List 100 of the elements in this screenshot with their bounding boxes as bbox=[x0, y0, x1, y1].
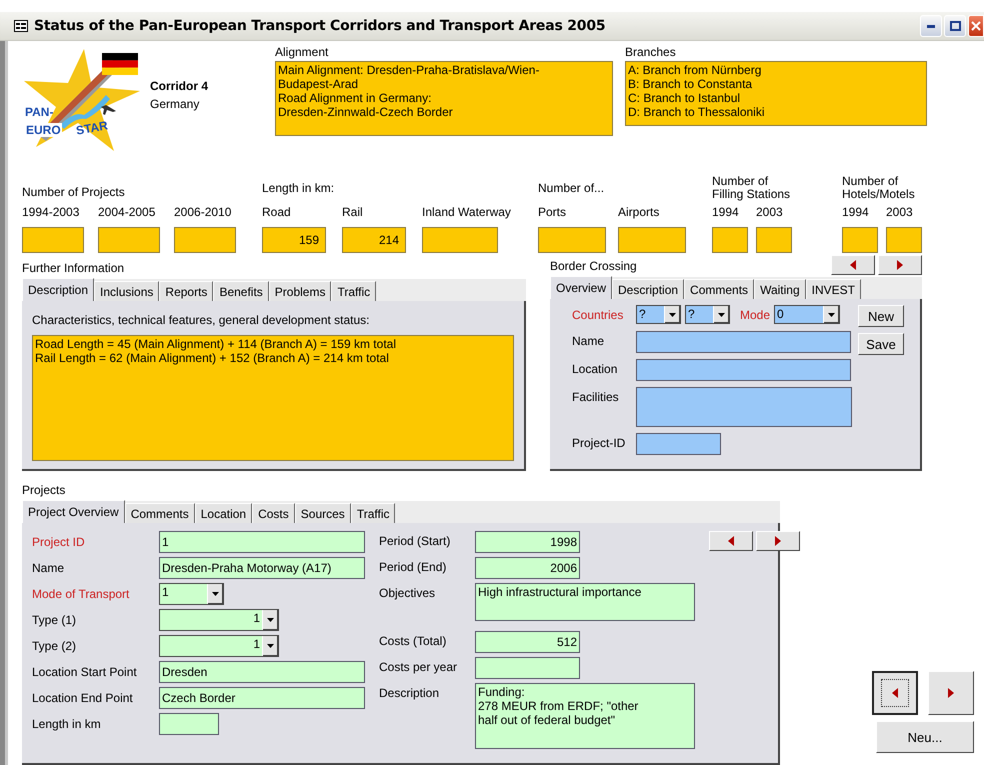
field-label: Ports bbox=[538, 205, 568, 219]
group-label: Length in km: bbox=[262, 182, 336, 195]
next-button[interactable] bbox=[756, 531, 800, 551]
field-label: Project-ID bbox=[572, 435, 626, 452]
maximize-button[interactable] bbox=[944, 15, 966, 37]
number-field[interactable] bbox=[886, 227, 922, 253]
caption-text: Characteristics, technical features, general development status: bbox=[32, 313, 371, 327]
field-label: Project ID bbox=[32, 534, 86, 551]
field-label: Description bbox=[379, 685, 440, 702]
field-label: 1994 bbox=[842, 205, 870, 219]
alignment-label: Alignment bbox=[275, 45, 330, 59]
input-field[interactable]: Czech Border bbox=[159, 687, 365, 709]
tab[interactable]: Benefits bbox=[213, 281, 269, 301]
next-record-button[interactable] bbox=[928, 671, 974, 715]
minimize-button[interactable] bbox=[920, 15, 942, 37]
field-label: 1994 bbox=[712, 205, 740, 219]
tab[interactable]: Traffic bbox=[350, 503, 396, 523]
number-field[interactable] bbox=[712, 227, 748, 253]
field-label: Objectives bbox=[379, 585, 436, 602]
input-field[interactable]: 1 bbox=[159, 531, 365, 553]
action-button[interactable]: Save bbox=[858, 333, 904, 355]
country-dropdown[interactable]: ? bbox=[636, 305, 681, 324]
field-label: Period (Start) bbox=[379, 533, 452, 550]
field-label: 2003 bbox=[756, 205, 784, 219]
tab[interactable]: Overview bbox=[550, 276, 612, 299]
next-button[interactable] bbox=[878, 255, 922, 275]
input-field[interactable] bbox=[636, 387, 852, 427]
tab[interactable]: Comments bbox=[124, 503, 195, 523]
tab[interactable]: Waiting bbox=[754, 279, 806, 299]
input-field[interactable]: Funding: 278 MEUR from ERDF; "other half out of federal budget" bbox=[475, 683, 695, 749]
dropdown-field[interactable]: 1 bbox=[159, 635, 279, 657]
country-dropdown[interactable]: ? bbox=[685, 305, 730, 324]
logo-text: STAR bbox=[75, 118, 109, 138]
tab[interactable]: Costs bbox=[252, 503, 295, 523]
tab[interactable]: Project Overview bbox=[22, 500, 125, 523]
close-button[interactable] bbox=[968, 15, 984, 37]
alignment-field[interactable]: Main Alignment: Dresden-Praha-Bratislava/Wien-Budapest-Arad Road Alignment in Germany: Dresden-Zinnwald-Czech Border bbox=[275, 61, 613, 136]
input-field[interactable]: Dresden-Praha Motorway (A17) bbox=[159, 557, 365, 579]
section-label: Projects bbox=[22, 483, 66, 499]
tab[interactable]: Reports bbox=[159, 281, 214, 301]
caret-right-icon bbox=[775, 536, 781, 546]
form-icon bbox=[14, 20, 28, 32]
input-field[interactable]: 2006 bbox=[475, 557, 580, 579]
tab[interactable]: Comments bbox=[684, 279, 754, 299]
tab[interactable]: Description bbox=[22, 278, 94, 301]
tab[interactable]: INVEST bbox=[806, 279, 861, 299]
number-field[interactable]: 214 bbox=[342, 227, 406, 253]
tab[interactable]: Problems bbox=[268, 281, 332, 301]
previous-button[interactable] bbox=[831, 255, 875, 275]
field-label: Location bbox=[572, 361, 618, 378]
dropdown-field[interactable]: 1 bbox=[159, 609, 279, 631]
number-field[interactable] bbox=[98, 227, 160, 253]
tab[interactable]: Traffic bbox=[331, 281, 376, 301]
field-label: Costs (Total) bbox=[379, 633, 448, 650]
input-field[interactable] bbox=[475, 657, 580, 679]
action-button[interactable]: New bbox=[858, 305, 904, 327]
input-field[interactable]: Dresden bbox=[159, 661, 365, 683]
tab[interactable]: Inclusions bbox=[94, 281, 160, 301]
field-label: Length in km bbox=[32, 716, 102, 733]
input-field[interactable] bbox=[159, 713, 219, 735]
field-label: Airports bbox=[618, 205, 660, 219]
description-field[interactable]: Road Length = 45 (Main Alignment) + 114 (Branch A) = 159 km total Rail Length = 62 (Main Alignment) + 152 (Branch A) = 214 km total bbox=[32, 335, 514, 461]
previous-button[interactable] bbox=[709, 531, 753, 551]
logo-text: PAN- bbox=[25, 105, 54, 119]
field-label: Location Start Point bbox=[32, 664, 138, 681]
input-field[interactable]: High infrastructural importance bbox=[475, 583, 695, 621]
tab[interactable]: Description bbox=[612, 279, 684, 299]
caret-right-icon bbox=[897, 260, 903, 270]
country-name: Germany bbox=[150, 97, 200, 111]
input-field[interactable]: 512 bbox=[475, 631, 580, 653]
group-label: Number of Projects bbox=[22, 186, 126, 199]
close-icon bbox=[971, 21, 981, 31]
number-field[interactable] bbox=[422, 227, 498, 253]
input-field[interactable] bbox=[636, 359, 851, 381]
field-label: Facilities bbox=[572, 389, 620, 406]
number-field[interactable] bbox=[842, 227, 878, 253]
number-field[interactable]: 159 bbox=[262, 227, 326, 253]
tab[interactable]: Sources bbox=[294, 503, 351, 523]
field-label: Type (2) bbox=[32, 638, 78, 655]
previous-record-button[interactable] bbox=[872, 671, 918, 715]
field-label: Period (End) bbox=[379, 559, 448, 576]
input-field[interactable] bbox=[636, 433, 721, 455]
new-record-button[interactable]: Neu... bbox=[876, 721, 974, 753]
field-label: Inland Waterway bbox=[422, 205, 511, 219]
field-label: Rail bbox=[342, 205, 364, 219]
number-field[interactable] bbox=[756, 227, 792, 253]
section-label: Border Crossing bbox=[550, 259, 637, 275]
branches-field[interactable]: A: Branch from Nürnberg B: Branch to Constanta C: Branch to Istanbul D: Branch to Thessaloniki bbox=[625, 61, 927, 126]
number-field[interactable] bbox=[174, 227, 236, 253]
mode-dropdown[interactable]: 0 bbox=[774, 305, 840, 324]
number-field[interactable] bbox=[538, 227, 606, 253]
field-label: Mode of Transport bbox=[32, 586, 130, 603]
field-label: Costs per year bbox=[379, 659, 458, 676]
logo-text: EURO bbox=[25, 123, 62, 137]
number-field[interactable] bbox=[22, 227, 84, 253]
tab[interactable]: Location bbox=[194, 503, 252, 523]
number-field[interactable] bbox=[618, 227, 686, 253]
input-field[interactable] bbox=[636, 331, 851, 353]
dropdown-field[interactable]: 1 bbox=[159, 583, 224, 605]
input-field[interactable]: 1998 bbox=[475, 531, 580, 553]
